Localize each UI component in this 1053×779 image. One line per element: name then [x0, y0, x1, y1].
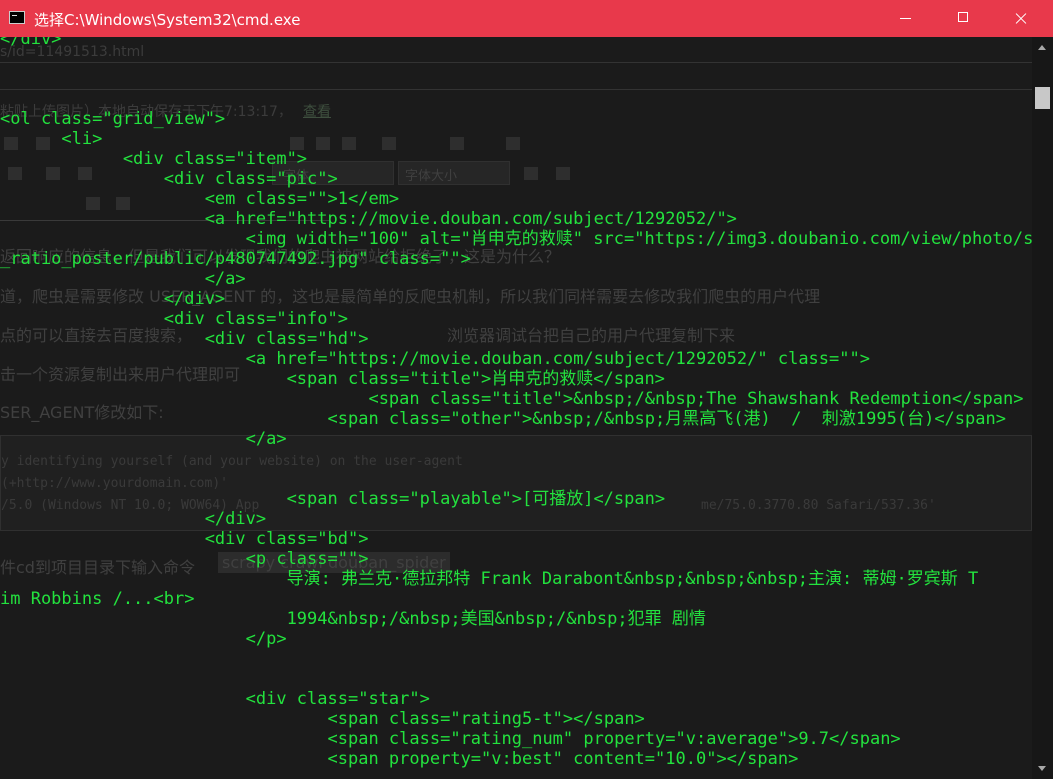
console-line: <div class="star">: [0, 689, 430, 709]
console-line: <div class="pic">: [0, 169, 338, 189]
console-line: <ol class="grid_view">: [0, 109, 226, 129]
title-bar[interactable]: 选择C:\Windows\System32\cmd.exe: [0, 0, 1053, 37]
console-line: <span class="title">&nbsp;/&nbsp;The Sha…: [0, 389, 1024, 409]
vertical-scrollbar[interactable]: [1032, 37, 1053, 779]
console-line: </p>: [0, 629, 287, 649]
console-line: <a href="https://movie.douban.com/subjec…: [0, 209, 737, 229]
console-line: 1994&nbsp;/&nbsp;美国&nbsp;/&nbsp;犯罪 剧情: [0, 609, 706, 629]
console-line: <span class="rating_num" property="v:ave…: [0, 729, 901, 749]
console-line: <div class="info">: [0, 309, 348, 329]
console-line: 导演: 弗兰克·德拉邦特 Frank Darabont&nbsp;&nbsp;&…: [0, 569, 979, 589]
console-line: <img width="100" alt="肖申克的救赎" src="https…: [0, 229, 1032, 249]
console-line: _ratio_poster/public/p480747492.jpg" cla…: [0, 249, 471, 269]
scroll-up-arrow-icon[interactable]: [1032, 37, 1053, 57]
minimize-button[interactable]: [883, 0, 929, 37]
close-button[interactable]: [998, 0, 1044, 37]
console-line: </div>: [0, 289, 226, 309]
console-line: </a>: [0, 429, 287, 449]
console-line: <span property="v:best" content="10.0"><…: [0, 749, 799, 769]
console-app-icon[interactable]: [9, 11, 25, 24]
maximize-button[interactable]: [940, 0, 986, 37]
console-line: im Robbins /...<br>: [0, 589, 195, 609]
console-line: <div class="hd">: [0, 329, 369, 349]
console-line: <a href="https://movie.douban.com/subjec…: [0, 349, 870, 369]
console-line: </div>: [0, 509, 267, 529]
window-title: 选择C:\Windows\System32\cmd.exe: [34, 11, 301, 29]
cmd-window: 选择C:\Windows\System32\cmd.exe s/id=11491…: [0, 0, 1053, 779]
scroll-down-arrow-icon[interactable]: [1032, 759, 1053, 779]
console-line: <span class="rating5-t"></span>: [0, 709, 645, 729]
console-line: <div class="item">: [0, 149, 308, 169]
console-line: <span class="title">肖申克的救赎</span>: [0, 369, 665, 389]
console-line: </a>: [0, 269, 246, 289]
scrollbar-thumb[interactable]: [1035, 87, 1050, 109]
console-output[interactable]: </div> <ol class="grid_view"> <li> <div c…: [0, 37, 1032, 779]
console-line: <li>: [0, 129, 103, 149]
console-line: </div>: [0, 37, 62, 49]
console-line: <p class="">: [0, 549, 369, 569]
console-line: <div class="bd">: [0, 529, 369, 549]
console-line: <span class="other">&nbsp;/&nbsp;月黑高飞(港)…: [0, 409, 1006, 429]
console-line: <em class="">1</em>: [0, 189, 400, 209]
console-line: <span class="playable">[可播放]</span>: [0, 489, 666, 509]
